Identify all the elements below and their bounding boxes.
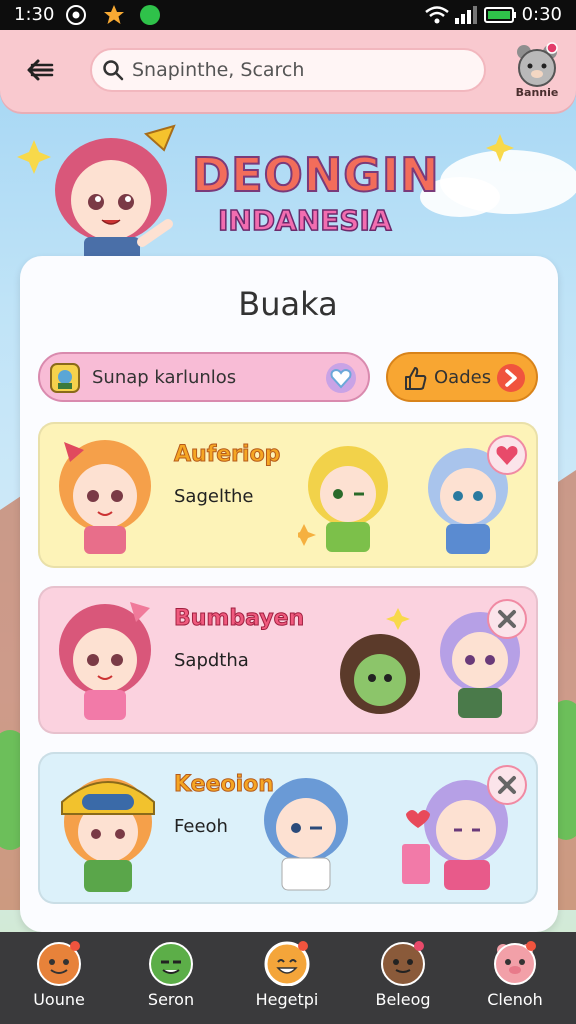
row-subtitle: Sapdtha <box>174 650 249 671</box>
list-item[interactable]: Auferiop Sagelthe <box>38 422 538 568</box>
remove-button[interactable] <box>486 764 528 806</box>
green-dot-icon <box>138 3 162 31</box>
row-subtitle: Sagelthe <box>174 486 254 507</box>
status-bar: 1:30 0:30 <box>0 0 576 30</box>
nav-avatar-icon <box>264 941 310 986</box>
character-illustration <box>61 778 155 892</box>
bear-avatar-icon <box>517 42 558 87</box>
battery-icon <box>484 3 518 31</box>
character-illustration <box>59 440 151 554</box>
nav-label: Seron <box>147 990 195 1009</box>
status-time: 1:30 <box>14 4 55 25</box>
top-bar: Bannie <box>0 30 576 112</box>
filter-dropdown[interactable]: Sunap karlunlos <box>38 352 370 402</box>
nav-item-center[interactable]: Hegetpi <box>232 932 342 1024</box>
avatar-label: Bannie <box>515 86 559 99</box>
remove-button[interactable] <box>486 598 528 640</box>
panel-title: Buaka <box>238 285 338 323</box>
heart-chevron-icon <box>326 363 356 393</box>
profile-avatar[interactable]: Bannie <box>508 40 566 102</box>
character-badge-icon <box>50 363 80 397</box>
favorite-toggle[interactable] <box>324 361 358 399</box>
orange-button-label: Oades <box>434 367 492 388</box>
arrow-right-icon <box>496 363 526 397</box>
nav-avatar-icon <box>494 941 536 985</box>
nav-label: Hegetpi <box>255 990 319 1009</box>
character-illustration <box>59 602 151 720</box>
favorite-button[interactable] <box>486 434 528 476</box>
nav-avatar-icon <box>37 941 81 986</box>
hero-title: DEONGIN <box>191 147 440 203</box>
row-name: Bumbayen <box>173 606 305 632</box>
close-icon <box>487 599 527 639</box>
nav-item-search[interactable]: Seron <box>116 932 226 1024</box>
nav-item-profile[interactable]: Clenoh <box>460 932 570 1024</box>
heart-icon <box>487 435 527 475</box>
row-subtitle: Feeoh <box>174 816 228 837</box>
bottom-navigation: Uoune Seron Hegetpi Beleog Clenoh <box>0 932 576 1024</box>
nav-item-belong[interactable]: Beleog <box>348 932 458 1024</box>
nav-avatar-icon <box>381 941 425 986</box>
search-box[interactable] <box>90 48 486 92</box>
back-button[interactable] <box>22 52 66 88</box>
list-item[interactable]: Bumbayen Sapdtha <box>38 586 538 734</box>
nav-label: Clenoh <box>487 990 543 1009</box>
orange-action-button[interactable]: Oades <box>386 352 538 402</box>
search-input[interactable] <box>132 56 472 84</box>
filter-label: Sunap karlunlos <box>92 367 237 388</box>
app-notification-icon <box>102 3 126 31</box>
back-arrow-icon <box>27 59 54 81</box>
wifi-icon <box>424 3 450 31</box>
hero-subtitle: INDANESIA <box>217 203 392 238</box>
camera-notification-icon <box>64 3 88 31</box>
list-item[interactable]: Keeoion Feeoh <box>38 752 538 904</box>
close-icon <box>487 765 527 805</box>
status-clock: 0:30 <box>521 4 562 25</box>
nav-avatar-icon <box>149 942 193 986</box>
row-name: Auferiop <box>173 442 281 468</box>
signal-icon <box>454 3 478 31</box>
thumbs-up-icon <box>402 365 428 395</box>
search-icon <box>102 59 124 85</box>
nav-label: Uoune <box>33 990 85 1009</box>
nav-label: Beleog <box>375 990 431 1009</box>
nav-item-home[interactable]: Uoune <box>4 932 114 1024</box>
